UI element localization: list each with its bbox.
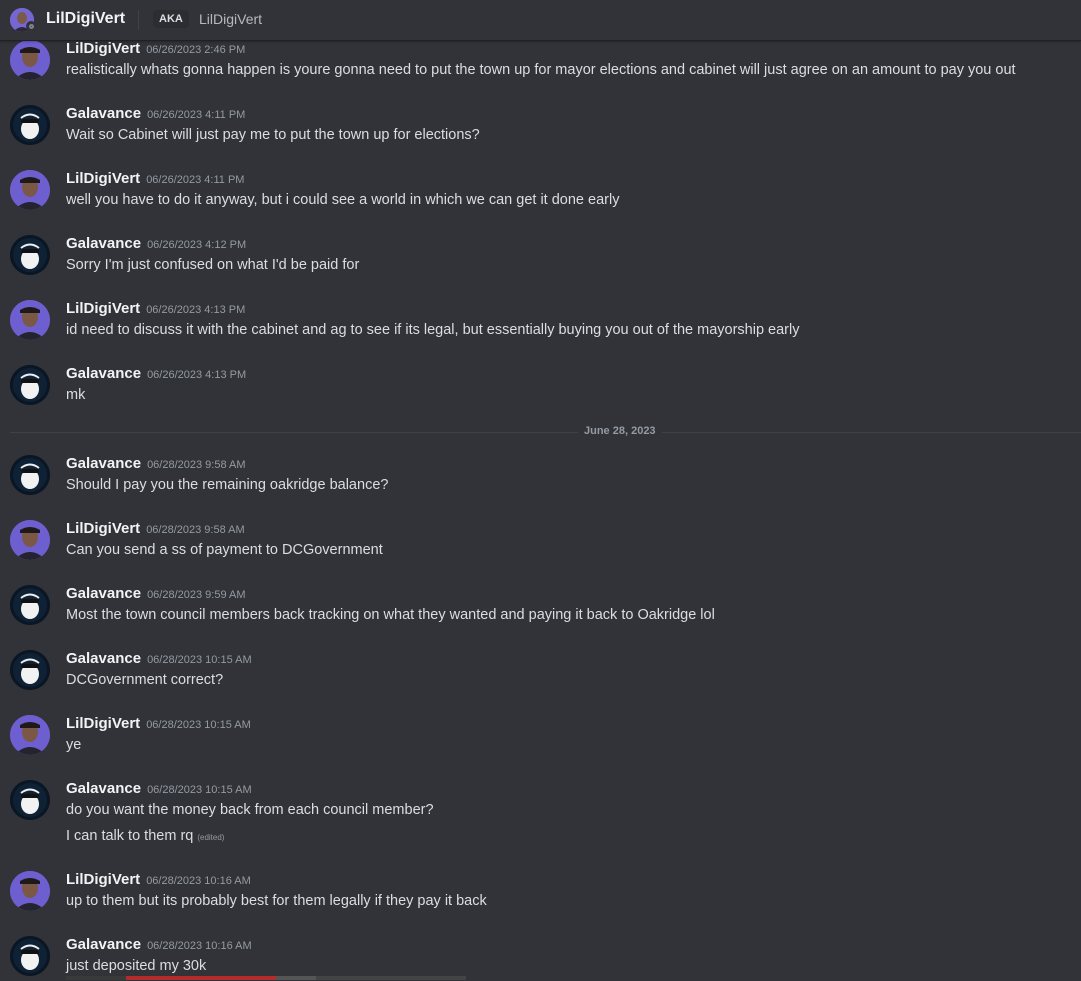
user-avatar[interactable] [10,235,50,275]
message-text: do you want the money back from each cou… [66,802,434,818]
user-avatar[interactable] [10,365,50,405]
message-text: id need to discuss it with the cabinet a… [66,322,800,338]
message-text: Wait so Cabinet will just pay me to put … [66,127,480,143]
message-text: just deposited my 30k [66,958,207,974]
message-author[interactable]: Galavance [66,585,141,602]
message-author[interactable]: LilDigiVert [66,520,140,537]
message-text: up to them but its probably best for the… [66,893,487,909]
offline-status-icon [26,21,36,31]
message-author[interactable]: Galavance [66,365,141,382]
message-author[interactable]: Galavance [66,936,141,953]
aka-badge: AKA [153,10,189,28]
message-timestamp: 06/28/2023 9:59 AM [147,589,246,601]
message-text: Most the town council members back track… [66,607,715,623]
user-avatar[interactable] [10,780,50,820]
channel-header: LilDigiVert AKA LilDigiVert [0,0,1081,41]
message-timestamp: 06/26/2023 4:13 PM [147,369,247,381]
message-text: realistically whats gonna happen is your… [66,62,1016,78]
user-avatar[interactable] [10,40,50,80]
message-timestamp: 06/28/2023 10:16 AM [146,875,251,887]
message-timestamp: 06/28/2023 10:15 AM [147,784,252,796]
message-author[interactable]: LilDigiVert [66,300,140,317]
attachment-preview-strip[interactable] [66,976,466,980]
message-timestamp: 06/26/2023 4:13 PM [146,304,246,316]
message-timestamp: 06/26/2023 4:11 PM [147,109,246,121]
message-author[interactable]: LilDigiVert [66,715,140,732]
message-timestamp: 06/26/2023 4:11 PM [146,174,245,186]
user-avatar[interactable] [10,170,50,210]
message-text: DCGovernment correct? [66,672,224,688]
message-author[interactable]: Galavance [66,235,141,252]
message-author[interactable]: LilDigiVert [66,871,140,888]
user-avatar[interactable] [10,105,50,145]
header-title[interactable]: LilDigiVert [46,10,125,28]
message-author[interactable]: Galavance [66,455,141,472]
user-avatar[interactable] [10,520,50,560]
message-followup: I can talk to them rq (edited) [66,828,224,844]
message-text: Sorry I'm just confused on what I'd be p… [66,257,360,273]
message-timestamp: 06/28/2023 9:58 AM [146,524,245,536]
user-avatar[interactable] [10,936,50,976]
user-avatar[interactable] [10,715,50,755]
edited-tag: (edited) [197,833,225,842]
header-divider [138,10,139,30]
user-avatar[interactable] [10,650,50,690]
message-timestamp: 06/26/2023 4:12 PM [147,239,247,251]
message-author[interactable]: LilDigiVert [66,170,140,187]
message-author[interactable]: Galavance [66,780,141,797]
message-text: Can you send a ss of payment to DCGovern… [66,542,383,558]
user-avatar[interactable] [10,585,50,625]
message-text: well you have to do it anyway, but i cou… [66,192,620,208]
message-timestamp: 06/28/2023 10:15 AM [147,654,252,666]
aka-name: LilDigiVert [199,11,263,27]
message-text: mk [66,387,86,403]
message-timestamp: 06/26/2023 2:46 PM [146,44,246,56]
followup-text: I can talk to them rq [66,828,194,844]
message-author[interactable]: Galavance [66,105,141,122]
message-author[interactable]: Galavance [66,650,141,667]
date-divider [10,432,1081,433]
user-avatar[interactable] [10,871,50,911]
message-timestamp: 06/28/2023 9:58 AM [147,459,246,471]
message-text: Should I pay you the remaining oakridge … [66,477,389,493]
message-list: LilDigiVert 06/26/2023 2:46 PM realistica… [0,40,1081,981]
user-avatar[interactable] [10,300,50,340]
message-timestamp: 06/28/2023 10:15 AM [146,719,251,731]
date-divider-label: June 28, 2023 [578,425,662,437]
user-avatar[interactable] [10,455,50,495]
message-text: ye [66,737,82,753]
message-author[interactable]: LilDigiVert [66,40,140,57]
message-timestamp: 06/28/2023 10:16 AM [147,940,252,952]
